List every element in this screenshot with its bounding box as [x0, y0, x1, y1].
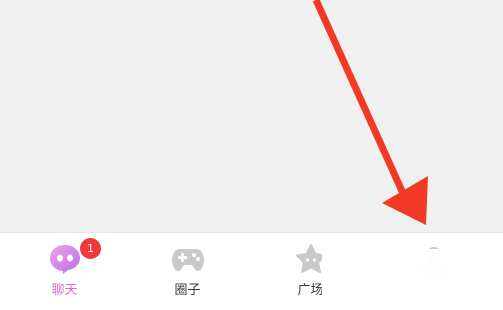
- app-screen: 1 聊天 圈子 广场: [0, 0, 503, 310]
- tab-chat-label: 聊天: [51, 283, 78, 298]
- tab-circle-label: 圈子: [174, 283, 201, 298]
- watermark-overlay: [322, 249, 503, 310]
- unread-badge: 1: [79, 237, 102, 260]
- gamepad-icon: [171, 243, 205, 275]
- tab-circle[interactable]: 圈子: [125, 233, 250, 310]
- chat-bubble-icon: [48, 243, 82, 275]
- main-content-area: [0, 0, 503, 232]
- tab-chat[interactable]: 1 聊天: [2, 233, 127, 310]
